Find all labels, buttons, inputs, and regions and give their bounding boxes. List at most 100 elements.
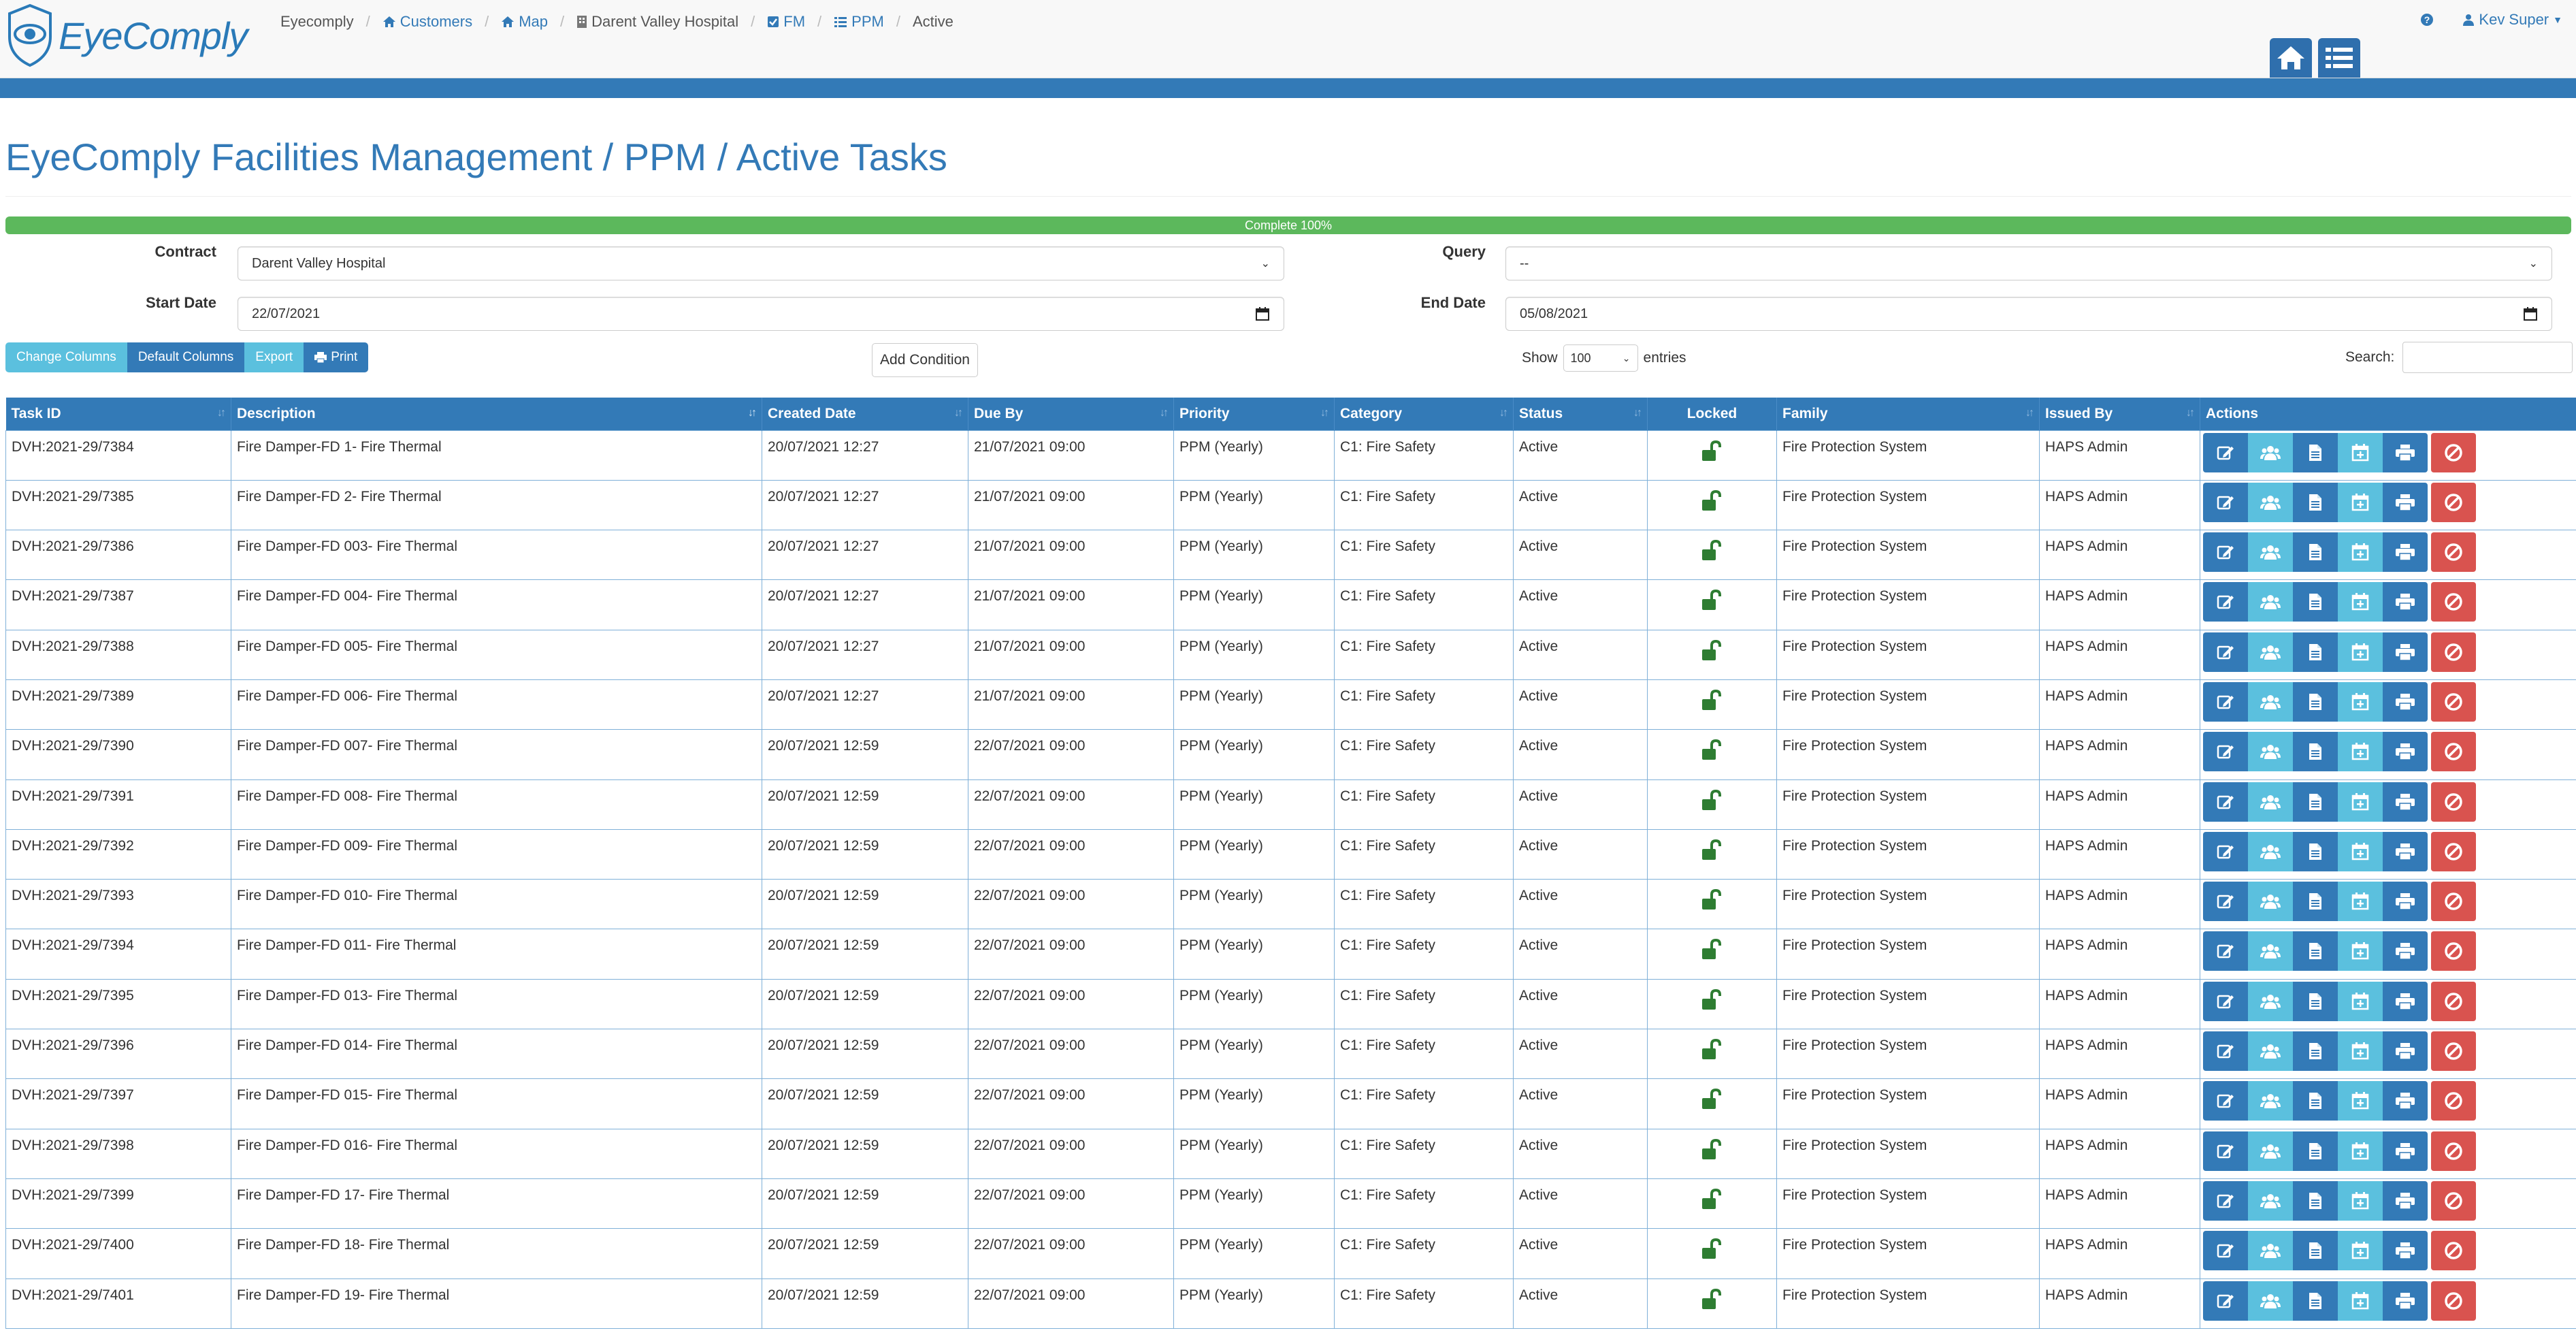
page-length-select[interactable]: 100 ⌄ <box>1563 344 1638 372</box>
edit-button[interactable] <box>2203 931 2248 971</box>
unlocked-padlock-icon[interactable] <box>1701 1138 1724 1161</box>
assign-users-button[interactable] <box>2248 432 2293 472</box>
edit-button[interactable] <box>2203 732 2248 772</box>
schedule-button[interactable] <box>2338 432 2383 472</box>
brand-logo[interactable]: EyeComply <box>5 1 254 69</box>
view-document-button[interactable] <box>2293 482 2338 522</box>
view-document-button[interactable] <box>2293 632 2338 672</box>
edit-button[interactable] <box>2203 782 2248 822</box>
schedule-button[interactable] <box>2338 1031 2383 1072</box>
unlocked-padlock-icon[interactable] <box>1701 839 1724 861</box>
assign-users-button[interactable] <box>2248 632 2293 672</box>
cancel-task-button[interactable] <box>2431 1180 2476 1221</box>
view-document-button[interactable] <box>2293 782 2338 822</box>
schedule-button[interactable] <box>2338 931 2383 971</box>
print-task-button[interactable] <box>2383 582 2428 622</box>
assign-users-button[interactable] <box>2248 1281 2293 1321</box>
edit-button[interactable] <box>2203 582 2248 622</box>
assign-users-button[interactable] <box>2248 782 2293 822</box>
unlocked-padlock-icon[interactable] <box>1701 689 1724 711</box>
edit-button[interactable] <box>2203 1180 2248 1221</box>
unlocked-padlock-icon[interactable] <box>1701 540 1724 562</box>
schedule-button[interactable] <box>2338 831 2383 871</box>
table-row[interactable]: DVH:2021-29/7391 Fire Damper-FD 008- Fire… <box>5 779 2576 830</box>
column-header-issued-by[interactable]: Issued By ↓↑ <box>2039 398 2200 430</box>
home-button[interactable] <box>2270 38 2312 78</box>
view-document-button[interactable] <box>2293 1081 2338 1121</box>
column-header-category[interactable]: Category ↓↑ <box>1334 398 1514 430</box>
print-task-button[interactable] <box>2383 1081 2428 1121</box>
table-row[interactable]: DVH:2021-29/7399 Fire Damper-FD 17- Fire … <box>5 1178 2576 1229</box>
assign-users-button[interactable] <box>2248 1180 2293 1221</box>
edit-button[interactable] <box>2203 1081 2248 1121</box>
column-header-priority[interactable]: Priority ↓↑ <box>1173 398 1335 430</box>
edit-button[interactable] <box>2203 432 2248 472</box>
contract-select[interactable]: Darent Valley Hospital ⌄ <box>238 246 1284 280</box>
print-task-button[interactable] <box>2383 532 2428 573</box>
cancel-task-button[interactable] <box>2431 732 2476 772</box>
schedule-button[interactable] <box>2338 981 2383 1021</box>
assign-users-button[interactable] <box>2248 1131 2293 1171</box>
unlocked-padlock-icon[interactable] <box>1701 1039 1724 1061</box>
cancel-task-button[interactable] <box>2431 1231 2476 1271</box>
view-document-button[interactable] <box>2293 1180 2338 1221</box>
assign-users-button[interactable] <box>2248 732 2293 772</box>
edit-button[interactable] <box>2203 532 2248 573</box>
unlocked-padlock-icon[interactable] <box>1701 739 1724 761</box>
assign-users-button[interactable] <box>2248 1231 2293 1271</box>
print-task-button[interactable] <box>2383 432 2428 472</box>
assign-users-button[interactable] <box>2248 482 2293 522</box>
unlocked-padlock-icon[interactable] <box>1701 1238 1724 1260</box>
table-row[interactable]: DVH:2021-29/7392 Fire Damper-FD 009- Fire… <box>5 829 2576 880</box>
table-row[interactable]: DVH:2021-29/7400 Fire Damper-FD 18- Fire … <box>5 1228 2576 1279</box>
schedule-button[interactable] <box>2338 632 2383 672</box>
edit-button[interactable] <box>2203 632 2248 672</box>
assign-users-button[interactable] <box>2248 1081 2293 1121</box>
breadcrumb-eyecomply[interactable]: Eyecomply <box>280 13 354 31</box>
breadcrumb-customers[interactable]: Customers <box>382 13 472 31</box>
user-dropdown[interactable]: Kev Super ▼ <box>2462 11 2562 29</box>
start-date-input[interactable]: 22/07/2021 <box>238 297 1284 331</box>
table-row[interactable]: DVH:2021-29/7394 Fire Damper-FD 011- Fire… <box>5 929 2576 980</box>
table-row[interactable]: DVH:2021-29/7389 Fire Damper-FD 006- Fire… <box>5 679 2576 730</box>
column-header-family[interactable]: Family ↓↑ <box>1776 398 2040 430</box>
schedule-button[interactable] <box>2338 681 2383 722</box>
print-task-button[interactable] <box>2383 931 2428 971</box>
view-document-button[interactable] <box>2293 432 2338 472</box>
schedule-button[interactable] <box>2338 882 2383 922</box>
assign-users-button[interactable] <box>2248 931 2293 971</box>
table-row[interactable]: DVH:2021-29/7385 Fire Damper-FD 2- Fire T… <box>5 479 2576 531</box>
search-input[interactable] <box>2402 342 2573 373</box>
unlocked-padlock-icon[interactable] <box>1701 1288 1724 1310</box>
assign-users-button[interactable] <box>2248 882 2293 922</box>
table-row[interactable]: DVH:2021-29/7397 Fire Damper-FD 015- Fire… <box>5 1078 2576 1129</box>
view-document-button[interactable] <box>2293 1031 2338 1072</box>
cancel-task-button[interactable] <box>2431 482 2476 522</box>
schedule-button[interactable] <box>2338 1180 2383 1221</box>
print-task-button[interactable] <box>2383 831 2428 871</box>
add-condition-button[interactable]: Add Condition <box>872 343 978 377</box>
schedule-button[interactable] <box>2338 732 2383 772</box>
view-document-button[interactable] <box>2293 532 2338 573</box>
edit-button[interactable] <box>2203 981 2248 1021</box>
table-row[interactable]: DVH:2021-29/7390 Fire Damper-FD 007- Fire… <box>5 729 2576 780</box>
view-document-button[interactable] <box>2293 1281 2338 1321</box>
schedule-button[interactable] <box>2338 532 2383 573</box>
assign-users-button[interactable] <box>2248 981 2293 1021</box>
print-task-button[interactable] <box>2383 1031 2428 1072</box>
column-header-created-date[interactable]: Created Date ↓↑ <box>762 398 968 430</box>
edit-button[interactable] <box>2203 831 2248 871</box>
breadcrumb-map[interactable]: Map <box>501 13 548 31</box>
table-row[interactable]: DVH:2021-29/7387 Fire Damper-FD 004- Fire… <box>5 579 2576 630</box>
assign-users-button[interactable] <box>2248 582 2293 622</box>
print-task-button[interactable] <box>2383 981 2428 1021</box>
table-row[interactable]: DVH:2021-29/7386 Fire Damper-FD 003- Fire… <box>5 530 2576 581</box>
edit-button[interactable] <box>2203 482 2248 522</box>
edit-button[interactable] <box>2203 1131 2248 1171</box>
table-row[interactable]: DVH:2021-29/7393 Fire Damper-FD 010- Fire… <box>5 879 2576 930</box>
cancel-task-button[interactable] <box>2431 882 2476 922</box>
schedule-button[interactable] <box>2338 1081 2383 1121</box>
print-task-button[interactable] <box>2383 632 2428 672</box>
unlocked-padlock-icon[interactable] <box>1701 789 1724 811</box>
schedule-button[interactable] <box>2338 1281 2383 1321</box>
